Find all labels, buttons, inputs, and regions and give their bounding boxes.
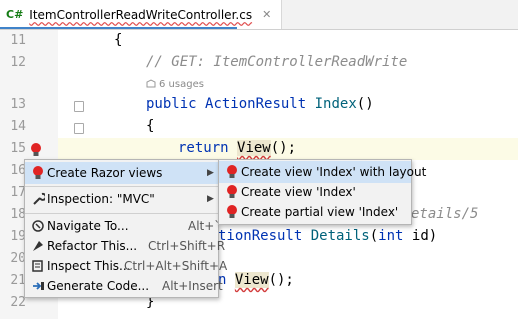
code-param: id) <box>403 228 438 244</box>
code-line-11: { <box>114 32 123 48</box>
active-tab-indicator <box>0 27 237 29</box>
refactor-icon <box>33 241 43 251</box>
view-call[interactable]: View <box>234 272 269 288</box>
keyword-public: public <box>146 96 197 112</box>
menu-item-shortcut: Alt+Insert <box>162 279 223 293</box>
view-call[interactable]: View <box>237 140 271 156</box>
usages-hint[interactable]: 6 usages <box>146 79 204 90</box>
line-number: 15 <box>10 141 26 156</box>
menu-separator <box>25 186 218 187</box>
code-line-21-fragment: n View(); <box>218 272 294 288</box>
bulb-icon[interactable] <box>30 142 42 158</box>
csharp-file-icon: C# <box>6 8 24 21</box>
code-line-14: { <box>146 118 155 134</box>
keyword-int: int <box>378 228 404 244</box>
menu-item-label: Create Razor views <box>47 166 163 180</box>
usages-label: 6 usages <box>159 79 204 90</box>
line-number: 20 <box>10 251 26 266</box>
bulb-icon <box>33 166 43 179</box>
context-actions-menu: Create Razor views ▶ Inspection: "MVC" ▶… <box>24 159 227 298</box>
fold-marker-icon[interactable] <box>74 123 84 134</box>
create-razor-views-submenu: Create view 'Index' with layout Create v… <box>218 159 426 225</box>
editor-tab-bar: C# ItemControllerReadWriteController.cs … <box>0 0 518 30</box>
line-number: 18 <box>10 207 26 222</box>
code-line-18-fragment: tionResult Details(int id) <box>218 228 437 244</box>
code-call-rest: (); <box>270 140 297 156</box>
code-call-rest: (); <box>268 272 294 288</box>
type-actionresult: ActionResult <box>205 96 307 112</box>
submenu-arrow-icon: ▶ <box>207 168 214 178</box>
inspect-icon <box>32 260 43 272</box>
submenu-item-create-view-with-layout[interactable]: Create view 'Index' with layout <box>219 161 426 183</box>
wrench-icon <box>33 192 45 205</box>
file-tab[interactable]: C# ItemControllerReadWriteController.cs … <box>0 0 283 29</box>
menu-item-navigate-to[interactable]: Navigate To... Alt+` <box>25 215 221 237</box>
menu-item-shortcut: Alt+` <box>188 219 221 233</box>
usages-icon <box>146 79 156 88</box>
code-line-13: public ActionResult Index() <box>146 96 374 112</box>
code-parens: () <box>356 96 374 112</box>
generate-icon <box>33 282 44 290</box>
submenu-arrow-icon: ▶ <box>207 194 214 204</box>
menu-item-label: Navigate To... <box>47 219 129 233</box>
submenu-item-label: Create partial view 'Index' <box>241 205 399 219</box>
line-number: 21 <box>10 273 26 288</box>
submenu-item-create-view[interactable]: Create view 'Index' <box>219 181 411 203</box>
submenu-item-label: Create view 'Index' with layout <box>241 165 427 179</box>
menu-item-inspection-mvc[interactable]: Inspection: "MVC" ▶ <box>25 188 218 210</box>
menu-item-label: Generate Code... <box>47 279 150 293</box>
code-paren-open: ( <box>369 228 379 244</box>
method-name-details: Details <box>310 228 370 244</box>
code-line-17-comment-fragment: etails/5 <box>411 206 479 222</box>
menu-item-label: Inspect This... <box>47 259 131 273</box>
keyword-return: return <box>178 140 229 156</box>
menu-item-generate-code[interactable]: Generate Code... Alt+Insert <box>25 275 223 297</box>
line-number: 13 <box>10 97 26 112</box>
method-name-index: Index <box>314 96 357 112</box>
file-tab-label: ItemControllerReadWriteController.cs <box>29 7 253 22</box>
menu-item-label: Inspection: "MVC" <box>47 192 155 206</box>
menu-item-create-razor-views[interactable]: Create Razor views ▶ <box>25 162 218 184</box>
code-line-12-comment: // GET: ItemControllerReadWrite <box>146 54 408 70</box>
navigate-icon <box>32 220 44 232</box>
type-actionresult-fragment: tionResult <box>218 228 311 244</box>
bulb-icon <box>227 165 237 178</box>
menu-item-shortcut: Ctrl+Alt+Shift+A <box>124 259 228 273</box>
line-number: 19 <box>10 229 26 244</box>
close-tab-icon[interactable]: ✕ <box>262 8 271 21</box>
menu-item-inspect-this[interactable]: Inspect This... Ctrl+Alt+Shift+A <box>25 255 227 277</box>
line-number: 17 <box>10 185 26 200</box>
bulb-icon <box>227 205 237 218</box>
fold-marker-icon[interactable] <box>74 101 84 112</box>
submenu-item-label: Create view 'Index' <box>241 185 356 199</box>
menu-item-refactor-this[interactable]: Refactor This... Ctrl+Shift+R <box>25 235 225 257</box>
line-number: 11 <box>10 33 26 48</box>
line-number: 12 <box>10 55 26 70</box>
line-number: 14 <box>10 119 26 134</box>
line-number: 16 <box>10 163 26 178</box>
code-line-15: return View(); <box>178 140 296 156</box>
submenu-item-create-partial-view[interactable]: Create partial view 'Index' <box>219 201 411 223</box>
bulb-icon <box>227 185 237 198</box>
menu-separator <box>25 213 218 214</box>
line-number: 22 <box>10 295 26 310</box>
menu-item-shortcut: Ctrl+Shift+R <box>148 239 226 253</box>
menu-item-label: Refactor This... <box>47 239 138 253</box>
